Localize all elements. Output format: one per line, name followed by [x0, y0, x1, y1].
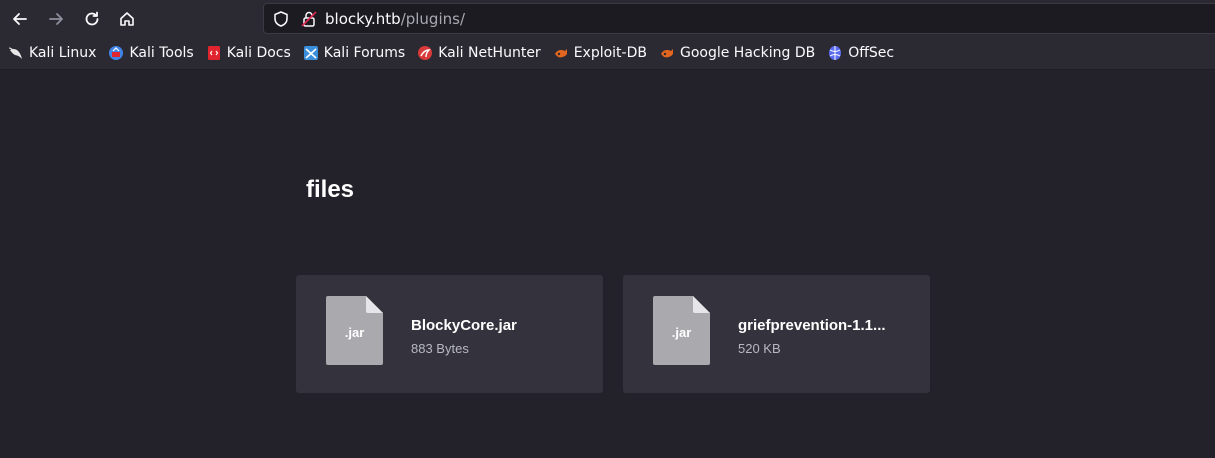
- file-size: 520 KB: [738, 341, 781, 356]
- bookmark-label: OffSec: [848, 45, 895, 61]
- kali-dragon-icon: [8, 47, 22, 59]
- kali-forums-icon: [303, 46, 318, 60]
- bookmark-label: Google Hacking DB: [679, 45, 816, 61]
- bookmark-offsec[interactable]: OffSec: [827, 41, 894, 65]
- shield-icon[interactable]: [272, 10, 290, 28]
- file-extension: .jar: [671, 325, 692, 340]
- url-host: blocky.htb: [325, 10, 401, 28]
- exploit-db-icon: [554, 49, 567, 58]
- reload-icon: [85, 11, 99, 26]
- ghdb-icon: [660, 49, 673, 58]
- url-path: /plugins/: [400, 10, 466, 28]
- bookmark-kali-nethunter[interactable]: Kali NetHunter: [417, 41, 541, 65]
- bookmark-label: Kali Linux: [29, 45, 97, 61]
- bookmark-label: Exploit-DB: [573, 45, 647, 61]
- file-size: 883 Bytes: [411, 341, 469, 356]
- file-card-blockycore[interactable]: .jar BlockyCore.jar 883 Bytes: [296, 275, 603, 393]
- bookmark-kali-forums[interactable]: Kali Forums: [303, 41, 405, 65]
- home-button[interactable]: [112, 4, 142, 34]
- home-icon: [120, 12, 134, 26]
- bookmark-kali-linux[interactable]: Kali Linux: [8, 41, 96, 65]
- arrow-left-icon: [13, 13, 27, 25]
- browser-toolbar: blocky.htb/plugins/: [0, 0, 1215, 37]
- nethunter-icon: [418, 46, 433, 60]
- offsec-icon: [829, 46, 842, 60]
- bookmarks-toolbar: Kali Linux Kali Tools Kali Docs Kali For…: [0, 37, 1215, 70]
- file-name[interactable]: griefprevention-1.1...: [738, 317, 918, 334]
- kali-docs-icon: [207, 46, 220, 60]
- bookmark-label: Kali Forums: [323, 45, 406, 61]
- insecure-lock-icon[interactable]: [300, 10, 318, 28]
- url-text[interactable]: blocky.htb/plugins/: [325, 10, 465, 28]
- reload-button[interactable]: [77, 4, 107, 34]
- page-content: files .jar BlockyCore.jar 883 Bytes .jar…: [0, 70, 1215, 458]
- bookmark-label: Kali Tools: [129, 45, 194, 61]
- bookmark-kali-docs[interactable]: Kali Docs: [206, 41, 291, 65]
- file-name[interactable]: BlockyCore.jar: [411, 317, 591, 334]
- bookmark-kali-tools[interactable]: Kali Tools: [108, 41, 194, 65]
- file-card-griefprevention[interactable]: .jar griefprevention-1.1... 520 KB: [623, 275, 930, 393]
- bookmark-label: Kali Docs: [226, 45, 291, 61]
- file-extension: .jar: [344, 325, 365, 340]
- page-title: files: [306, 176, 355, 203]
- bookmark-exploit-db[interactable]: Exploit-DB: [553, 41, 647, 65]
- back-button[interactable]: [5, 4, 35, 34]
- bookmark-google-hacking-db[interactable]: Google Hacking DB: [659, 41, 815, 65]
- address-bar[interactable]: blocky.htb/plugins/: [263, 3, 1215, 34]
- forward-button[interactable]: [41, 4, 71, 34]
- arrow-right-icon: [49, 13, 63, 25]
- bookmark-label: Kali NetHunter: [438, 45, 541, 61]
- kali-tools-icon: [109, 46, 124, 60]
